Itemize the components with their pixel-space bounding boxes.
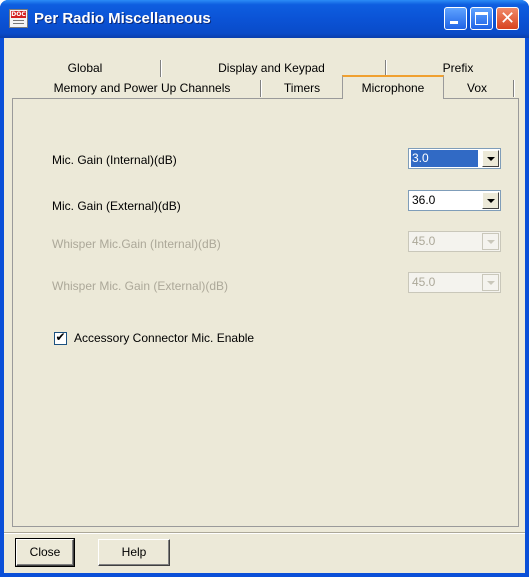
close-window-button[interactable]: ✕ (496, 7, 519, 30)
mic-gain-internal-select[interactable]: 3.0 (408, 148, 501, 169)
tab-vox[interactable]: Vox (446, 78, 508, 98)
close-button[interactable]: Close (15, 538, 75, 567)
tab-display-and-keypad[interactable]: Display and Keypad (184, 58, 359, 78)
tab-memory-and-power-up-channels[interactable]: Memory and Power Up Channels (24, 78, 260, 98)
mic-gain-external-select[interactable]: 36.0 (408, 190, 501, 211)
tab-microphone[interactable]: Microphone (342, 75, 444, 99)
help-button[interactable]: Help (98, 539, 170, 566)
window-title: Per Radio Miscellaneous (34, 10, 211, 27)
mic-gain-internal-label: Mic. Gain (Internal)(dB) (52, 153, 177, 167)
button-bar-divider (4, 532, 525, 533)
maximize-button[interactable] (470, 7, 493, 30)
whisper-mic-gain-external-label: Whisper Mic. Gain (External)(dB) (52, 279, 229, 293)
whisper-mic-gain-external-select: 45.0 (408, 272, 501, 293)
accessory-connector-mic-enable-label[interactable]: Accessory Connector Mic. Enable (74, 331, 254, 345)
accessory-connector-mic-enable-checkbox[interactable]: ✔ (54, 330, 67, 345)
tab-global[interactable]: Global (26, 58, 144, 78)
tab-timers[interactable]: Timers (262, 78, 342, 98)
doc-app-icon[interactable]: DOC (9, 9, 28, 28)
whisper-mic-gain-internal-select: 45.0 (408, 231, 501, 252)
mic-gain-internal-value: 3.0 (411, 150, 478, 167)
mic-gain-external-label: Mic. Gain (External)(dB) (52, 199, 181, 213)
tab-separator (260, 80, 261, 97)
mic-gain-external-value: 36.0 (412, 193, 436, 207)
maximize-icon (475, 12, 488, 25)
title-bar[interactable]: DOC Per Radio Miscellaneous ✕ (0, 0, 529, 38)
dialog-client: Global Display and Keypad Prefix Memory … (4, 38, 525, 573)
whisper-mic-gain-internal-value: 45.0 (412, 234, 436, 248)
tab-separator (513, 80, 514, 97)
tab-separator (160, 60, 161, 77)
chevron-down-icon (482, 274, 499, 291)
whisper-mic-gain-internal-label: Whisper Mic.Gain (Internal)(dB) (52, 237, 221, 251)
chevron-down-icon[interactable] (482, 150, 499, 167)
whisper-mic-gain-external-value: 45.0 (412, 275, 436, 289)
minimize-button[interactable] (444, 7, 467, 30)
close-icon: ✕ (499, 8, 516, 29)
checkmark-icon: ✔ (55, 330, 66, 344)
minimize-icon (450, 21, 458, 24)
window: DOC Per Radio Miscellaneous ✕ Global Dis… (0, 0, 529, 577)
chevron-down-icon (482, 233, 499, 250)
doc-tag: DOC (11, 11, 26, 18)
chevron-down-icon[interactable] (482, 192, 499, 209)
